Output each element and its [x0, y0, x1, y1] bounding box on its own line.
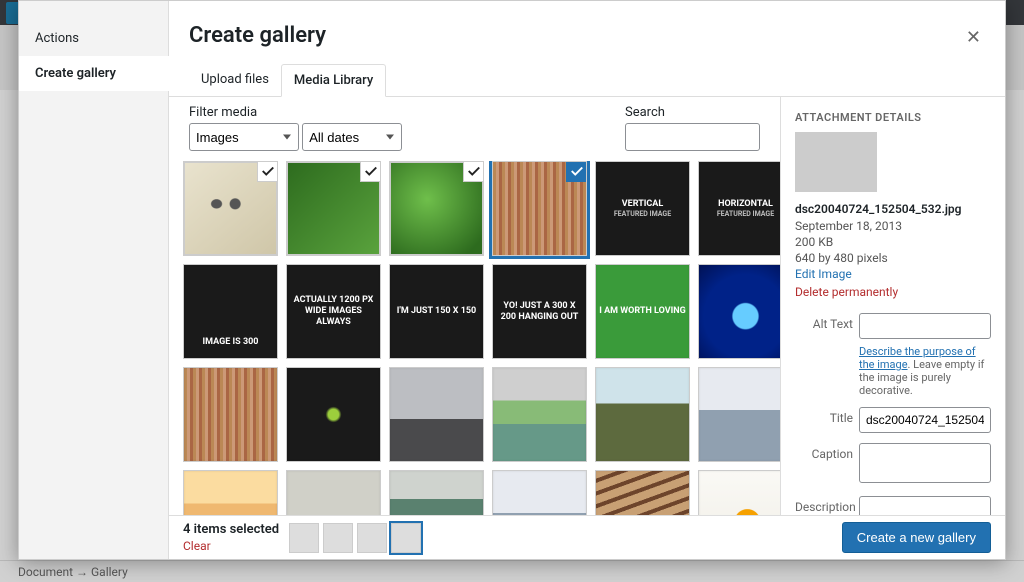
- alt-text-input[interactable]: [859, 313, 991, 339]
- selection-thumb[interactable]: [289, 523, 319, 553]
- attachment-thumb[interactable]: [286, 470, 381, 515]
- filter-type-select[interactable]: Images: [189, 123, 299, 151]
- checkmark-icon[interactable]: [257, 161, 278, 182]
- attachment-thumb[interactable]: [183, 367, 278, 462]
- details-dimensions: 640 by 480 pixels: [795, 251, 991, 265]
- attachment-thumb[interactable]: [595, 367, 690, 462]
- checkmark-icon[interactable]: [463, 161, 484, 182]
- attachment-thumb[interactable]: [698, 264, 780, 359]
- details-heading: ATTACHMENT DETAILS: [795, 111, 991, 124]
- modal-title: Create gallery: [189, 23, 326, 48]
- checkmark-icon[interactable]: [360, 161, 381, 182]
- attachment-thumb[interactable]: IMAGE IS 300: [183, 264, 278, 359]
- edit-image-link[interactable]: Edit Image: [795, 267, 991, 281]
- attachment-thumb[interactable]: [492, 470, 587, 515]
- attachment-thumb[interactable]: [389, 367, 484, 462]
- clear-selection[interactable]: Clear: [183, 539, 279, 553]
- attachment-thumb[interactable]: [183, 161, 278, 256]
- attachment-thumb[interactable]: [492, 161, 587, 256]
- details-filesize: 200 KB: [795, 235, 991, 249]
- selected-count: 4 items selected: [183, 522, 279, 537]
- modal-sidebar: Actions Create gallery: [19, 1, 169, 559]
- sidebar-item-actions[interactable]: Actions: [19, 21, 168, 56]
- attachment-thumb[interactable]: [595, 470, 690, 515]
- details-date: September 18, 2013: [795, 219, 991, 233]
- details-filename: dsc20040724_152504_532.jpg: [795, 202, 991, 216]
- attachment-thumb[interactable]: [698, 470, 780, 515]
- attachment-thumb[interactable]: I'M JUST 150 X 150: [389, 264, 484, 359]
- caption-label: Caption: [795, 443, 853, 461]
- delete-link[interactable]: Delete permanently: [795, 285, 991, 299]
- tabs: Upload files Media Library: [169, 64, 1005, 97]
- caption-textarea[interactable]: [859, 443, 991, 483]
- description-textarea[interactable]: [859, 496, 991, 515]
- selection-thumb[interactable]: [357, 523, 387, 553]
- filter-label: Filter media: [189, 105, 402, 120]
- close-icon[interactable]: ✕: [962, 23, 985, 52]
- sidebar-item-create-gallery[interactable]: Create gallery: [19, 56, 169, 91]
- search-label: Search: [625, 105, 760, 120]
- checkmark-icon[interactable]: [566, 161, 587, 182]
- attachment-thumb[interactable]: [183, 470, 278, 515]
- selection-thumbs: [289, 523, 421, 553]
- tab-library[interactable]: Media Library: [281, 64, 386, 97]
- attachment-thumb[interactable]: [492, 367, 587, 462]
- attachment-thumb[interactable]: ACTUALLY 1200 PX WIDE IMAGES ALWAYS: [286, 264, 381, 359]
- attachment-thumb[interactable]: [389, 470, 484, 515]
- create-gallery-button[interactable]: Create a new gallery: [842, 522, 991, 553]
- selection-thumb[interactable]: [323, 523, 353, 553]
- attachment-details: ATTACHMENT DETAILS dsc20040724_152504_53…: [780, 97, 1005, 515]
- breadcrumb: Document → Gallery: [0, 560, 1024, 582]
- description-label: Description: [795, 496, 853, 514]
- selection-thumb[interactable]: [391, 523, 421, 553]
- attachment-thumb[interactable]: [698, 367, 780, 462]
- attachment-thumb[interactable]: [286, 161, 381, 256]
- filter-date-select[interactable]: All dates: [302, 123, 402, 151]
- attachments-grid: VERTICALFEATURED IMAGEHORIZONTALFEATURED…: [169, 161, 780, 515]
- title-input[interactable]: [859, 407, 991, 433]
- attachment-thumb[interactable]: [389, 161, 484, 256]
- attachment-thumb[interactable]: YO! JUST A 300 X 200 HANGING OUT: [492, 264, 587, 359]
- attachment-thumb[interactable]: HORIZONTALFEATURED IMAGE: [698, 161, 780, 256]
- details-thumbnail: [795, 132, 877, 192]
- attachment-thumb[interactable]: [286, 367, 381, 462]
- search-input[interactable]: [625, 123, 760, 151]
- alt-text-label: Alt Text: [795, 313, 853, 331]
- tab-upload[interactable]: Upload files: [189, 64, 281, 96]
- media-modal: Actions Create gallery Create gallery ✕ …: [18, 0, 1006, 560]
- title-label: Title: [795, 407, 853, 425]
- attachment-thumb[interactable]: VERTICALFEATURED IMAGE: [595, 161, 690, 256]
- attachment-thumb[interactable]: I AM WORTH LOVING: [595, 264, 690, 359]
